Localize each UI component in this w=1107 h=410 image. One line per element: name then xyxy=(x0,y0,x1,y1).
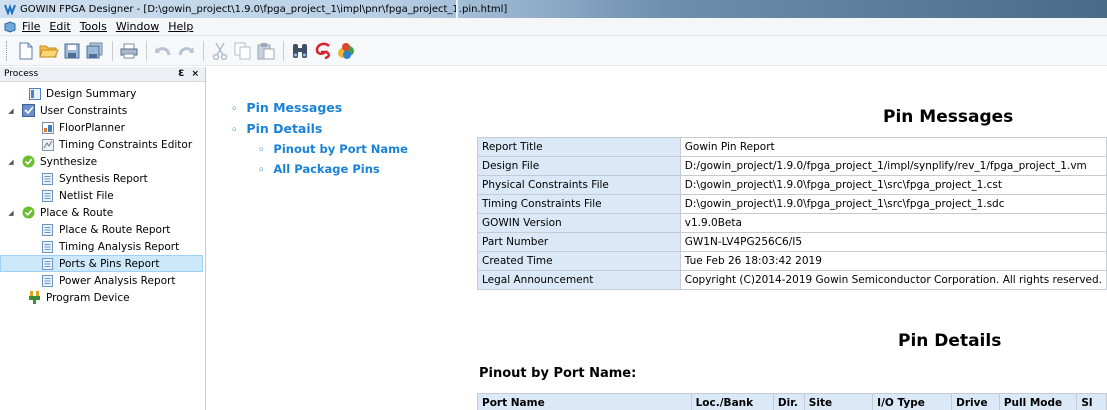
find-icon[interactable] xyxy=(289,40,310,61)
floorplanner-icon xyxy=(41,121,54,134)
tree-item-floorplanner[interactable]: FloorPlanner xyxy=(0,119,205,136)
panel-float-close-controls[interactable]: Ɛ × xyxy=(178,69,201,79)
tree-item-place-route-report[interactable]: Place & Route Report xyxy=(0,221,205,238)
column-header[interactable]: Site xyxy=(803,393,874,410)
report-icon xyxy=(41,240,54,253)
table-row: Part Number GW1N-LV4PG256C6/I5 xyxy=(477,232,1107,252)
menu-tools[interactable]: Tools xyxy=(80,20,107,33)
menu-edit[interactable]: Edit xyxy=(49,20,70,33)
menu-file[interactable]: File xyxy=(22,20,40,33)
expand-arrow-icon[interactable]: ◢ xyxy=(6,158,16,166)
expand-arrow-icon[interactable]: ◢ xyxy=(6,209,16,217)
nav-link-pin-messages[interactable]: ◦ Pin Messages xyxy=(231,100,342,115)
undo-icon[interactable] xyxy=(152,40,173,61)
toolbar xyxy=(0,36,1107,66)
window-titlebar: GOWIN FPGA Designer - [D:\gowin_project\… xyxy=(0,0,1107,18)
process-panel-header: Process Ɛ × xyxy=(0,67,205,82)
program-device-icon xyxy=(28,291,41,304)
tree-item-ports-pins-report[interactable]: Ports & Pins Report xyxy=(0,255,203,272)
save-icon[interactable] xyxy=(61,40,82,61)
new-file-icon[interactable] xyxy=(15,40,36,61)
pin-details-heading: Pin Details xyxy=(898,331,1002,351)
cut-icon[interactable] xyxy=(209,40,230,61)
cloud-icon[interactable] xyxy=(335,40,356,61)
copy-icon[interactable] xyxy=(232,40,253,61)
pinout-table: Port Name Loc./Bank Dir. Site I/O Type D… xyxy=(477,393,1107,410)
process-panel: Process Ɛ × Design Summary ◢ User Constr… xyxy=(0,67,206,410)
column-header[interactable]: Dir. xyxy=(772,393,805,410)
pin-messages-table: Report Title Gowin Pin Report Design File… xyxy=(477,137,1107,290)
column-header[interactable]: Drive xyxy=(951,393,1000,410)
column-header[interactable]: Loc./Bank xyxy=(690,393,774,410)
table-row: Report Title Gowin Pin Report xyxy=(477,137,1107,157)
column-header[interactable]: Pull Mode xyxy=(998,393,1078,410)
window-title: GOWIN FPGA Designer - [D:\gowin_project\… xyxy=(20,3,508,15)
menu-bar: File Edit Tools Window Help xyxy=(0,18,1107,36)
table-row: Design File D:/gowin_project/1.9.0/fpga_p… xyxy=(477,156,1107,176)
expand-arrow-icon[interactable]: ◢ xyxy=(6,107,16,115)
tree-item-program-device[interactable]: Program Device xyxy=(0,289,205,306)
table-row: Legal Announcement Copyright (C)2014-2019… xyxy=(477,270,1107,290)
menu-app-icon xyxy=(4,20,16,33)
menu-window[interactable]: Window xyxy=(116,20,159,33)
report-icon xyxy=(41,274,54,287)
tree-item-timing-analysis-report[interactable]: Timing Analysis Report xyxy=(0,238,205,255)
column-header[interactable]: Port Name xyxy=(477,393,692,410)
pinout-by-port-heading: Pinout by Port Name: xyxy=(479,366,637,381)
tree-item-synthesis-report[interactable]: Synthesis Report xyxy=(0,170,205,187)
print-icon[interactable] xyxy=(118,40,139,61)
paste-icon[interactable] xyxy=(255,40,276,61)
summary-icon xyxy=(28,87,41,100)
pin-messages-heading: Pin Messages xyxy=(883,107,1014,127)
column-header[interactable]: I/O Type xyxy=(872,393,953,410)
nav-link-pin-details[interactable]: ◦ Pin Details xyxy=(231,121,322,136)
menu-help[interactable]: Help xyxy=(168,20,193,33)
constraints-icon xyxy=(22,104,35,117)
table-row: Created Time Tue Feb 26 18:03:42 2019 xyxy=(477,251,1107,271)
tree-item-timing-constraints-editor[interactable]: Timing Constraints Editor xyxy=(0,136,205,153)
table-header-row: Port Name Loc./Bank Dir. Site I/O Type D… xyxy=(477,393,1107,410)
column-header[interactable]: Sl xyxy=(1076,393,1107,410)
table-row: Physical Constraints File D:\gowin_projec… xyxy=(477,175,1107,195)
success-check-icon xyxy=(22,155,35,168)
report-icon xyxy=(41,189,54,202)
nav-link-all-package-pins[interactable]: ◦ All Package Pins xyxy=(258,162,380,176)
gowin-logo-icon[interactable] xyxy=(312,40,333,61)
report-content: ◦ Pin Messages ◦ Pin Details ◦ Pinout by Po… xyxy=(207,67,1107,410)
timing-editor-icon xyxy=(41,138,54,151)
nav-link-pinout-by-port-name[interactable]: ◦ Pinout by Port Name xyxy=(258,142,408,156)
tree-item-place-and-route[interactable]: ◢ Place & Route xyxy=(0,204,205,221)
tree-item-power-analysis-report[interactable]: Power Analysis Report xyxy=(0,272,205,289)
table-row: GOWIN Version v1.9.0Beta xyxy=(477,213,1107,233)
table-row: Timing Constraints File D:\gowin_project\… xyxy=(477,194,1107,214)
process-panel-title: Process xyxy=(4,69,39,79)
tree-item-user-constraints[interactable]: ◢ User Constraints xyxy=(0,102,205,119)
success-check-icon xyxy=(22,206,35,219)
gowin-app-icon xyxy=(4,3,16,16)
report-icon xyxy=(41,172,54,185)
report-icon xyxy=(41,223,54,236)
report-icon xyxy=(41,257,54,270)
save-all-icon[interactable] xyxy=(84,40,105,61)
tree-item-netlist-file[interactable]: Netlist File xyxy=(0,187,205,204)
tree-item-design-summary[interactable]: Design Summary xyxy=(0,85,205,102)
open-folder-icon[interactable] xyxy=(38,40,59,61)
tree-item-synthesize[interactable]: ◢ Synthesize xyxy=(0,153,205,170)
redo-icon[interactable] xyxy=(175,40,196,61)
